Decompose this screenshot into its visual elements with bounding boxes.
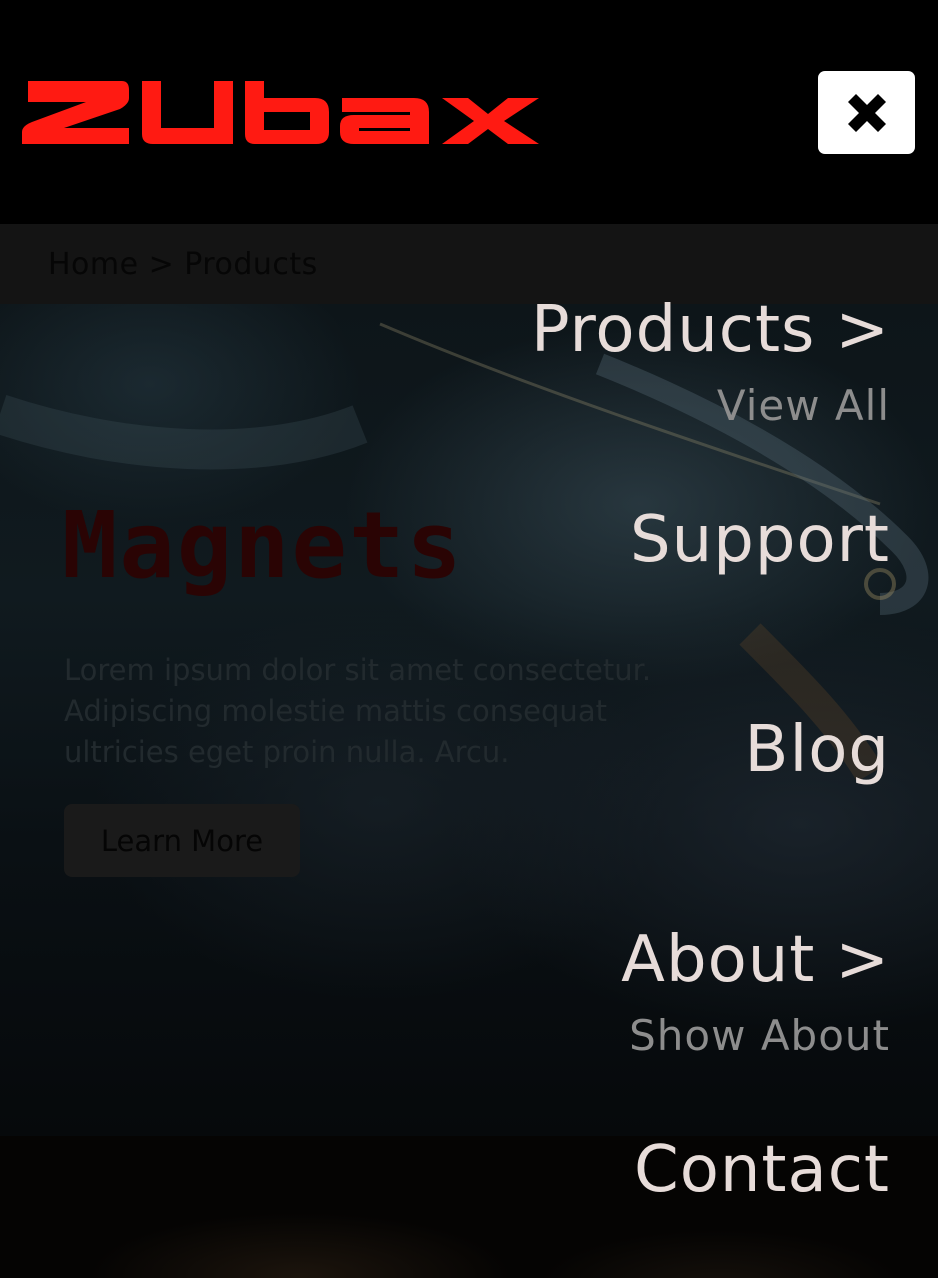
breadcrumb-home-link[interactable]: Home	[48, 247, 139, 282]
hero-description: Lorem ipsum dolor sit amet consectetur. …	[64, 653, 652, 769]
menu-item-support[interactable]: Support	[630, 508, 890, 572]
zubax-logo[interactable]: zubax	[22, 78, 542, 148]
menu-item-about[interactable]: About >	[621, 928, 890, 992]
menu-item-contact[interactable]: Contact	[634, 1138, 890, 1202]
close-icon	[847, 93, 886, 132]
menu-item-blog[interactable]: Blog	[745, 718, 890, 782]
header: zubax	[0, 0, 938, 224]
breadcrumb: Home > Products	[0, 224, 938, 304]
chevron-right-icon: >	[835, 923, 890, 997]
menu-sub-show-about[interactable]: Show About	[629, 1015, 890, 1057]
menu-item-products[interactable]: Products >	[531, 298, 890, 362]
menu-sub-view-all[interactable]: View All	[717, 385, 890, 427]
page: zubax Home > Products	[0, 0, 938, 1278]
breadcrumb-separator: >	[148, 246, 175, 282]
close-menu-button[interactable]	[818, 71, 915, 154]
menu-item-about-label: About	[621, 923, 816, 997]
menu-item-products-label: Products	[531, 293, 816, 367]
hero-title: Magnets	[62, 492, 464, 599]
learn-more-button[interactable]: Learn More	[64, 804, 300, 877]
chevron-right-icon: >	[835, 293, 890, 367]
breadcrumb-current: Products	[184, 246, 318, 282]
